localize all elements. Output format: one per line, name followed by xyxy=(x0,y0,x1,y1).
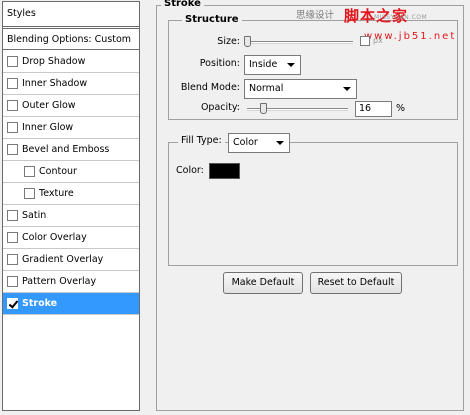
make-default-button[interactable]: Make Default xyxy=(223,272,303,294)
watermark-small: MISSYUAN.COM xyxy=(374,14,428,21)
styles-list: Styles Blending Options: Custom Drop Sha… xyxy=(2,1,140,411)
checkbox[interactable] xyxy=(24,188,35,199)
blending-options-item[interactable]: Blending Options: Custom xyxy=(3,28,139,50)
style-item-label: Texture xyxy=(39,188,74,199)
checkbox[interactable] xyxy=(7,144,18,155)
position-label: Position: xyxy=(199,58,240,69)
checkbox[interactable] xyxy=(7,232,18,243)
style-item-texture[interactable]: Texture xyxy=(3,183,139,205)
checkbox[interactable] xyxy=(24,166,35,177)
style-item-pattern-overlay[interactable]: Pattern Overlay xyxy=(3,271,139,293)
style-item-outer-glow[interactable]: Outer Glow xyxy=(3,95,139,117)
checkbox[interactable] xyxy=(7,210,18,221)
style-item-label: Inner Shadow xyxy=(22,78,88,89)
chevron-down-icon xyxy=(287,63,295,67)
position-dropdown[interactable]: Inside xyxy=(244,55,301,75)
style-item-inner-shadow[interactable]: Inner Shadow xyxy=(3,73,139,95)
style-item-inner-glow[interactable]: Inner Glow xyxy=(3,117,139,139)
checkbox[interactable] xyxy=(7,254,18,265)
opacity-input[interactable]: 16 xyxy=(355,101,392,117)
stroke-title: Stroke xyxy=(161,0,204,9)
size-slider-thumb[interactable] xyxy=(244,36,251,47)
style-item-drop-shadow[interactable]: Drop Shadow xyxy=(3,51,139,73)
fill-type-value: Color xyxy=(233,137,258,148)
watermark-text-cn: 思缘设计 xyxy=(296,10,335,21)
reset-to-default-button[interactable]: Reset to Default xyxy=(310,272,402,294)
style-item-label: Drop Shadow xyxy=(22,56,86,67)
checkbox[interactable] xyxy=(7,56,18,67)
style-item-label: Outer Glow xyxy=(22,100,76,111)
style-item-satin[interactable]: Satin xyxy=(3,205,139,227)
style-item-color-overlay[interactable]: Color Overlay xyxy=(3,227,139,249)
checkbox[interactable] xyxy=(7,122,18,133)
blend-mode-value: Normal xyxy=(249,83,284,94)
size-slider-track[interactable] xyxy=(247,41,353,44)
style-item-label: Color Overlay xyxy=(22,232,87,243)
style-item-label: Gradient Overlay xyxy=(22,254,104,265)
size-unit: px xyxy=(373,36,383,45)
style-item-bevel-and-emboss[interactable]: Bevel and Emboss xyxy=(3,139,139,161)
blend-mode-label: Blend Mode: xyxy=(180,82,240,93)
checkbox[interactable] xyxy=(7,100,18,111)
size-field[interactable] xyxy=(360,36,370,46)
checkbox[interactable] xyxy=(7,78,18,89)
color-label: Color: xyxy=(176,165,204,176)
fill-type-dropdown[interactable]: Color xyxy=(228,133,290,153)
style-item-label: Inner Glow xyxy=(22,122,74,133)
fill-group xyxy=(168,142,458,266)
style-item-label: Stroke xyxy=(22,298,58,309)
style-item-gradient-overlay[interactable]: Gradient Overlay xyxy=(3,249,139,271)
checkbox[interactable] xyxy=(7,276,18,287)
styles-header[interactable]: Styles xyxy=(3,2,139,27)
style-item-stroke[interactable]: Stroke xyxy=(3,293,139,315)
size-label: Size: xyxy=(217,36,240,47)
style-item-label: Bevel and Emboss xyxy=(22,144,110,155)
blend-mode-dropdown[interactable]: Normal xyxy=(244,79,357,99)
style-item-contour[interactable]: Contour xyxy=(3,161,139,183)
chevron-down-icon xyxy=(276,141,284,145)
style-item-label: Satin xyxy=(22,210,47,221)
chevron-down-icon xyxy=(343,87,351,91)
fill-type-label: Fill Type: xyxy=(178,135,225,146)
opacity-label: Opacity: xyxy=(200,102,240,113)
structure-title: Structure xyxy=(182,14,242,25)
style-item-label: Pattern Overlay xyxy=(22,276,97,287)
opacity-unit: % xyxy=(396,103,406,114)
style-item-label: Contour xyxy=(39,166,77,177)
position-value: Inside xyxy=(249,59,278,70)
checkbox[interactable] xyxy=(7,298,18,309)
opacity-slider-thumb[interactable] xyxy=(260,103,267,114)
color-swatch[interactable] xyxy=(209,163,240,179)
